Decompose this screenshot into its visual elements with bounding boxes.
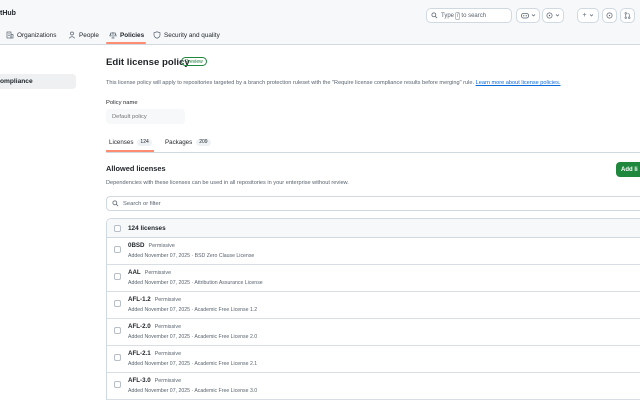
section-description: Dependencies with these licenses can be …	[106, 180, 349, 186]
pull-requests-button[interactable]	[620, 8, 635, 23]
row-checkbox[interactable]	[114, 246, 121, 253]
learn-more-link[interactable]: Learn more about license policies.	[476, 80, 561, 86]
new-button[interactable]: +	[577, 8, 599, 23]
row-checkbox[interactable]	[114, 354, 121, 361]
license-type: Permissive	[154, 351, 182, 357]
tab-count: 209	[196, 138, 211, 146]
tab-security-and-quality[interactable]: Security and quality	[153, 29, 220, 41]
license-type: Permissive	[154, 324, 182, 330]
license-type: Permissive	[154, 297, 182, 303]
top-header: tHub Type / to search +	[0, 0, 640, 28]
tab-count: 124	[137, 138, 152, 146]
git-pull-request-icon	[624, 12, 631, 19]
license-meta: Added November 07, 2025 · Academic Free …	[128, 388, 258, 394]
sidebar-item-compliance[interactable]: ompliance	[0, 74, 76, 89]
search-input[interactable]: Type / to search	[426, 8, 512, 23]
license-name: AFL-2.1	[128, 350, 151, 357]
tab-organizations[interactable]: Organizations	[6, 29, 56, 41]
chevron-down-icon	[555, 14, 560, 17]
issue-opened-icon	[606, 12, 613, 19]
chevron-down-icon	[589, 14, 593, 17]
issues-button[interactable]	[602, 8, 617, 23]
license-meta: Added November 07, 2025 · Academic Free …	[128, 361, 258, 367]
license-meta: Added November 07, 2025 · Academic Free …	[128, 307, 258, 313]
license-name-line: AAL Permissive	[128, 269, 171, 276]
list-header: 124 licenses	[107, 219, 640, 238]
list-count: 124 licenses	[128, 224, 166, 232]
list-item: 0BSD Permissive Added November 07, 2025 ·…	[107, 238, 640, 265]
list-item: AFL-3.0 Permissive Added November 07, 202…	[107, 373, 640, 400]
license-name: AFL-2.0	[128, 323, 151, 330]
chevron-down-icon	[531, 14, 535, 17]
license-list: 124 licenses 0BSD Permissive Added Novemb…	[106, 218, 640, 400]
license-name-line: AFL-3.0 Permissive	[128, 377, 181, 384]
row-checkbox[interactable]	[114, 381, 121, 388]
search-suffix: to search	[461, 12, 487, 19]
search-prefix: Type	[441, 12, 455, 19]
tabs-divider	[106, 152, 640, 153]
license-name-line: AFL-2.1 Permissive	[128, 350, 181, 357]
license-type: Permissive	[154, 378, 182, 384]
policy-name-input[interactable]	[106, 109, 185, 124]
license-type: Permissive	[144, 270, 172, 276]
copilot-icon	[520, 13, 529, 19]
row-checkbox[interactable]	[114, 300, 121, 307]
tab-licenses[interactable]: Licenses 124	[109, 136, 152, 148]
search-shortcut-key: /	[455, 11, 461, 20]
section-title: Allowed licenses	[106, 164, 166, 173]
org-icon	[6, 31, 14, 39]
sidebar-item-label: ompliance	[0, 78, 33, 85]
shield-icon	[153, 31, 161, 39]
plus-icon: +	[582, 12, 587, 19]
brand-name[interactable]: tHub	[0, 10, 16, 17]
row-checkbox[interactable]	[114, 273, 121, 280]
license-meta: Added November 07, 2025 · Attribution As…	[128, 280, 263, 286]
list-item: AFL-2.1 Permissive Added November 07, 202…	[107, 346, 640, 373]
license-type: Permissive	[148, 243, 175, 249]
enterprise-nav: Organizations People Policies Security a…	[0, 28, 640, 45]
tab-people[interactable]: People	[68, 29, 99, 41]
description-text: This license policy will apply to reposi…	[106, 80, 475, 86]
license-name-line: AFL-2.0 Permissive	[128, 323, 181, 330]
search-icon	[431, 12, 438, 19]
license-meta: Added November 07, 2025 · BSD Zero Claus…	[128, 253, 255, 259]
preview-badge: Preview	[181, 57, 207, 66]
policy-description: This license policy will apply to reposi…	[106, 80, 561, 86]
person-icon	[68, 31, 76, 39]
copilot-button[interactable]	[516, 8, 540, 23]
law-icon	[109, 32, 117, 39]
list-item: AFL-1.2 Permissive Added November 07, 202…	[107, 292, 640, 319]
filter-placeholder: Search or filter	[123, 200, 161, 207]
license-name: AFL-1.2	[128, 296, 151, 303]
list-item: AAL Permissive Added November 07, 2025 · …	[107, 265, 640, 292]
license-name-line: 0BSD Permissive	[128, 242, 175, 249]
license-meta: Added November 07, 2025 · Academic Free …	[128, 334, 258, 340]
tab-label: Packages	[165, 138, 193, 146]
page-title: Edit license policy	[106, 57, 190, 68]
license-name: AFL-3.0	[128, 377, 151, 384]
tab-packages[interactable]: Packages 209	[165, 136, 211, 148]
license-name-line: AFL-1.2 Permissive	[128, 296, 181, 303]
row-checkbox[interactable]	[114, 327, 121, 334]
tab-label: Security and quality	[164, 31, 220, 39]
select-all-checkbox[interactable]	[114, 224, 121, 232]
license-name: 0BSD	[128, 242, 145, 249]
active-tab-indicator	[106, 42, 146, 44]
tab-policies[interactable]: Policies	[109, 29, 144, 41]
add-license-button[interactable]: Add li	[616, 162, 640, 177]
circle-dot-icon	[546, 12, 553, 19]
policy-name-label: Policy name	[106, 100, 138, 106]
tab-label: Policies	[120, 31, 145, 39]
tab-label: Organizations	[17, 31, 57, 39]
tab-label: Licenses	[109, 138, 134, 146]
tab-label: People	[79, 31, 99, 39]
license-filter-input[interactable]: Search or filter	[106, 196, 640, 211]
list-item: AFL-2.0 Permissive Added November 07, 202…	[107, 319, 640, 346]
license-name: AAL	[128, 269, 141, 276]
create-menu-button[interactable]	[542, 8, 564, 23]
search-icon	[112, 200, 119, 207]
